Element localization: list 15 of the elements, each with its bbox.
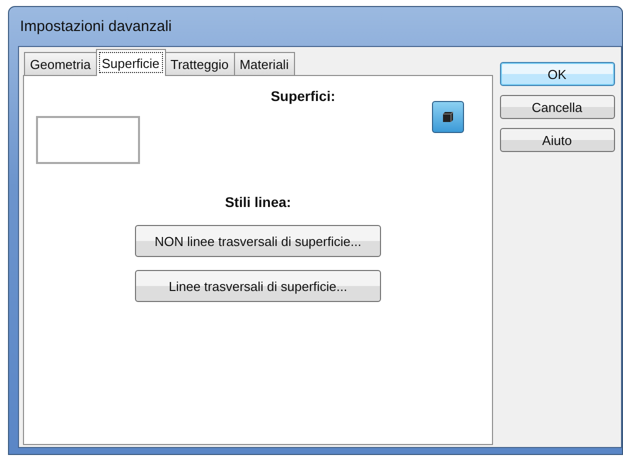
line-style-button[interactable]: NON linee trasversali di superficie...: [135, 225, 381, 257]
tab[interactable]: Superficie: [96, 49, 166, 76]
cube-icon: [442, 111, 454, 123]
window-title: Impostazioni davanzali: [19, 18, 172, 35]
dialog-button[interactable]: Cancella: [500, 95, 614, 119]
dialog-button[interactable]: OK: [500, 62, 614, 86]
surface-swatch[interactable]: [36, 116, 140, 164]
dialog-button[interactable]: Aiuto: [500, 128, 614, 152]
tab[interactable]: Materiali: [234, 52, 295, 76]
tab[interactable]: Geometria: [24, 52, 97, 76]
surfaces-label: Superfici:: [270, 88, 336, 104]
tab[interactable]: Tratteggio: [164, 52, 235, 76]
cube-button[interactable]: [432, 101, 464, 133]
line-style-button[interactable]: Linee trasversali di superficie...: [135, 270, 381, 302]
line-styles-label: Stili linea:: [224, 194, 292, 210]
